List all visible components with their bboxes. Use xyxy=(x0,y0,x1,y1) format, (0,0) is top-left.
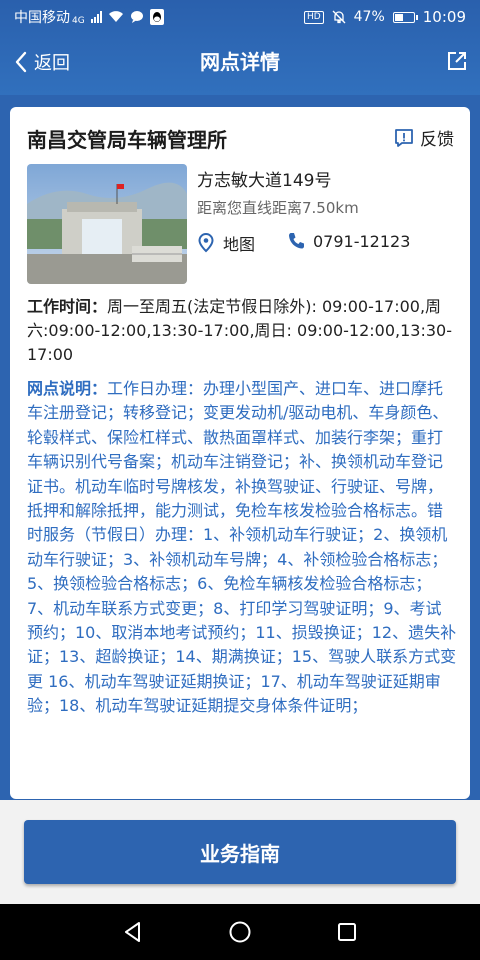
map-button[interactable]: 地图 xyxy=(197,231,255,255)
office-distance: 距离您直线距离7.50km xyxy=(197,199,359,217)
working-hours: 工作时间：周一至周五(法定节假日除外): 09:00-17:00,周六:09:0… xyxy=(27,295,457,367)
qq-icon xyxy=(149,9,164,25)
phone-number: 0791-12123 xyxy=(313,231,411,251)
feedback-icon xyxy=(395,128,413,147)
system-nav-bar xyxy=(0,904,480,960)
office-address: 方志敏大道149号 xyxy=(197,171,332,191)
description-label: 网点说明： xyxy=(27,379,108,398)
mute-bell-icon xyxy=(332,10,346,24)
feedback-label: 反馈 xyxy=(420,130,454,150)
office-description: 网点说明：工作日办理：办理小型国产、进口车、进口摩托车注册登记；转移登记；变更发… xyxy=(27,377,457,719)
back-triangle-icon[interactable] xyxy=(120,919,146,945)
nav-bar: 返回 网点详情 xyxy=(0,34,480,90)
working-hours-label: 工作时间： xyxy=(27,297,108,316)
bottom-bar: 业务指南 xyxy=(0,800,480,904)
phone-button[interactable]: 0791-12123 xyxy=(287,231,410,251)
share-icon[interactable] xyxy=(446,50,468,72)
status-bar: 中国移动 4G HD 47% 10:09 xyxy=(0,0,480,34)
recent-apps-icon[interactable] xyxy=(334,919,360,945)
feedback-button[interactable]: 反馈 xyxy=(394,125,454,150)
wifi-icon xyxy=(108,11,123,22)
battery-icon xyxy=(392,11,418,23)
battery-percent: 47% xyxy=(353,9,385,25)
map-label: 地图 xyxy=(223,235,256,254)
location-pin-icon xyxy=(198,233,214,253)
description-text: 工作日办理：办理小型国产、进口车、进口摩托车注册登记；转移登记；变更发动机/驱动… xyxy=(27,379,457,716)
header: 中国移动 4G HD 47% 10:09 返回 网点详情 xyxy=(0,0,480,95)
network-label: 4G xyxy=(72,16,85,26)
phone-icon xyxy=(289,233,304,249)
message-icon xyxy=(130,11,143,23)
signal-icon xyxy=(90,11,102,23)
office-photo xyxy=(27,164,187,284)
clock: 10:09 xyxy=(422,8,466,26)
home-circle-icon[interactable] xyxy=(227,919,253,945)
office-name: 南昌交管局车辆管理所 xyxy=(27,128,227,152)
office-card: 南昌交管局车辆管理所 反馈 方志敏大道149号 距离您直线距离7.50km 地图… xyxy=(10,107,470,799)
carrier-label: 中国移动 xyxy=(14,10,70,26)
hd-icon: HD xyxy=(303,10,324,24)
business-guide-button[interactable]: 业务指南 xyxy=(24,820,456,884)
page-title: 网点详情 xyxy=(200,50,280,74)
